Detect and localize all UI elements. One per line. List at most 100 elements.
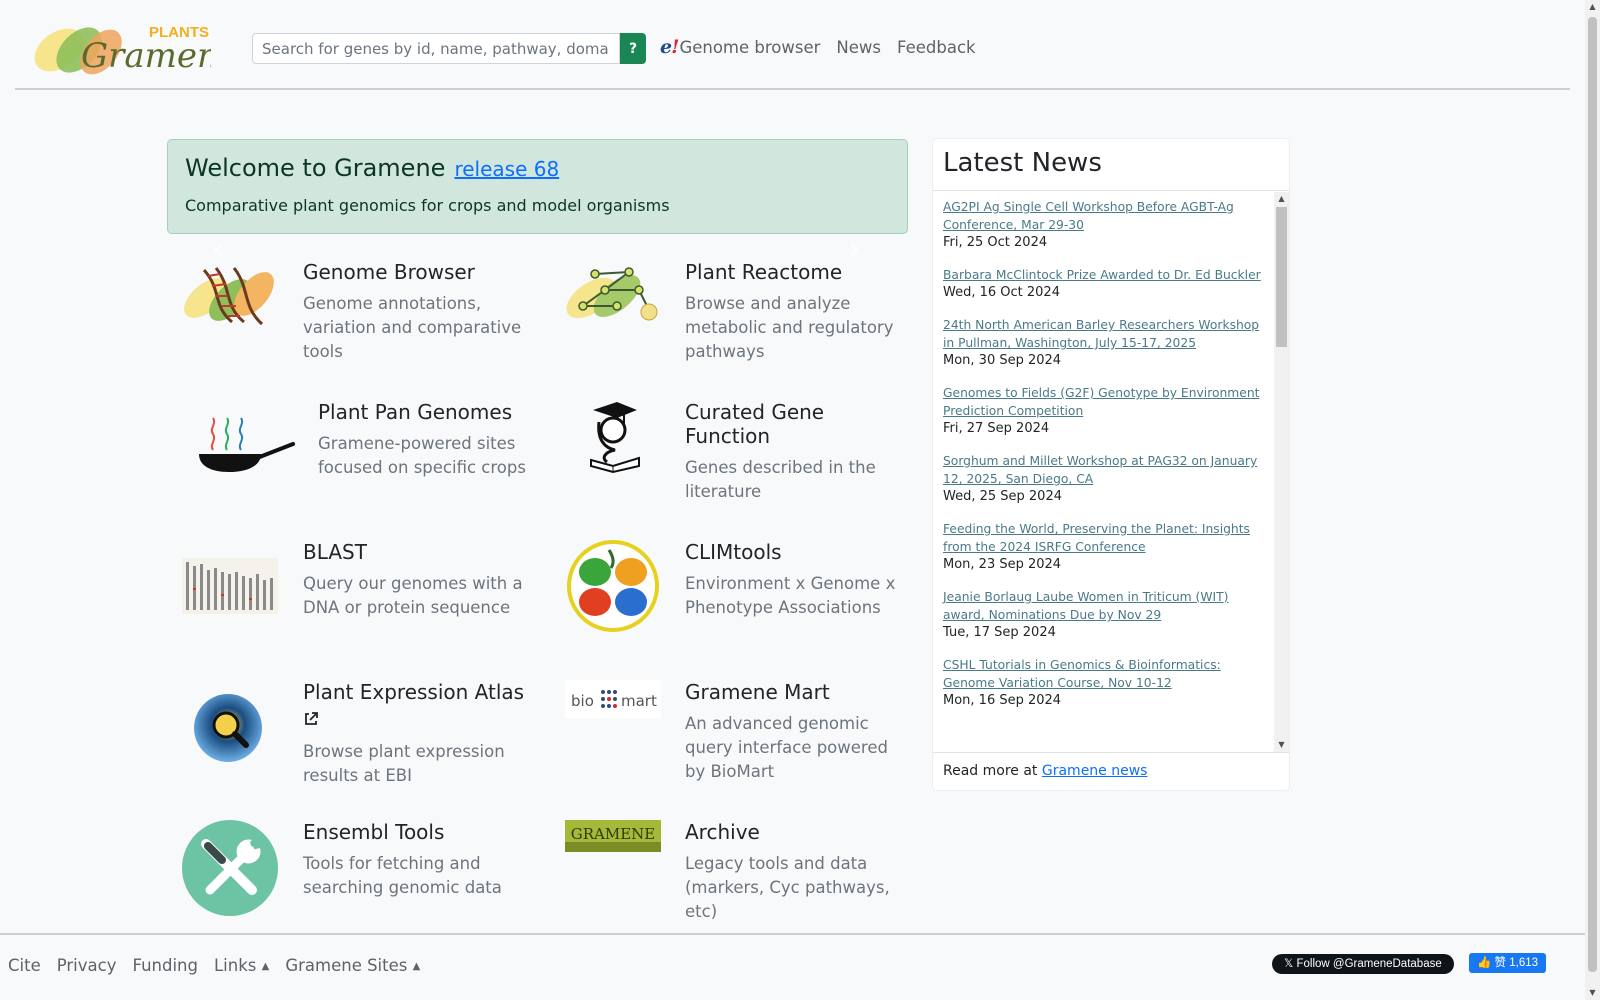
tool-description: Genes described in the literature — [685, 458, 876, 501]
tool-blast[interactable]: BLAST Query our genomes with a DNA or pr… — [182, 540, 542, 650]
news-item: Barbara McClintock Prize Awarded to Dr. … — [943, 266, 1266, 302]
footer-gramene-sites-dropdown[interactable]: Gramene Sites ▲ — [285, 956, 420, 975]
footer-funding[interactable]: Funding — [132, 956, 198, 975]
biomart-icon: bio mart — [565, 680, 661, 722]
news-date: Fri, 25 Oct 2024 — [943, 235, 1048, 250]
page-scrollbar-thumb[interactable] — [1588, 17, 1597, 972]
facebook-like-label: 赞 — [1494, 957, 1507, 969]
nav-genome-browser[interactable]: e! Genome browser — [660, 36, 820, 58]
dna-leaves-icon — [182, 260, 280, 336]
news-item: Feeding the World, Preserving the Planet… — [943, 520, 1266, 574]
tool-title-text: Plant Expression Atlas — [303, 680, 525, 704]
nav-news[interactable]: News — [836, 38, 881, 57]
tool-description: Query our genomes with a DNA or protein … — [303, 574, 523, 617]
welcome-title: Welcome to Gramene release 68 — [185, 154, 890, 182]
tool-description: Tools for fetching and searching genomic… — [303, 854, 502, 897]
tool-title: CLIMtools — [685, 540, 782, 564]
dropdown-label: Gramene Sites — [285, 956, 408, 975]
pathway-network-icon — [565, 260, 663, 336]
facebook-like-count: 1,613 — [1509, 957, 1539, 969]
climate-clover-icon — [565, 540, 661, 636]
scroll-up-icon[interactable]: ▲ — [1585, 0, 1600, 14]
welcome-subtitle: Comparative plant genomics for crops and… — [185, 196, 670, 215]
news-link[interactable]: Jeanie Borlaug Laube Women in Triticum (… — [943, 588, 1266, 624]
svg-text:mart: mart — [621, 692, 657, 710]
news-scrollbar-thumb[interactable] — [1276, 207, 1287, 347]
gramene-logo[interactable]: PLANTS Gramene — [31, 12, 211, 82]
tool-description: Gramene-powered sites focused on specifi… — [318, 434, 526, 477]
footer-privacy[interactable]: Privacy — [57, 956, 117, 975]
news-item: Sorghum and Millet Workshop at PAG32 on … — [943, 452, 1266, 506]
news-date: Mon, 16 Sep 2024 — [943, 693, 1062, 708]
footer-cite[interactable]: Cite — [8, 956, 41, 975]
welcome-title-text: Welcome to Gramene — [185, 154, 446, 182]
external-link-icon[interactable] — [303, 708, 319, 732]
graduate-reading-icon — [585, 400, 645, 478]
news-link[interactable]: Sorghum and Millet Workshop at PAG32 on … — [943, 452, 1266, 488]
tool-genome-browser[interactable]: Genome Browser Genome annotations, varia… — [182, 260, 542, 370]
page-scrollbar[interactable]: ▲ ▼ — [1585, 0, 1600, 1000]
tool-archive[interactable]: GRAMENE Archive Legacy tools and data (m… — [565, 820, 910, 930]
dropdown-label: Links — [213, 956, 257, 975]
twitter-follow-button[interactable]: 𝕏 Follow @GrameneDatabase — [1272, 954, 1454, 974]
svg-text:Gramene: Gramene — [81, 36, 211, 76]
tool-description: Environment x Genome x Phenotype Associa… — [685, 574, 896, 617]
tool-ensembl-tools[interactable]: Ensembl Tools Tools for fetching and sea… — [182, 820, 542, 925]
tool-description: Browse plant expression results at EBI — [303, 742, 505, 785]
tool-gramene-mart[interactable]: bio mart Gramene Mart An advanced genomi… — [565, 680, 910, 790]
news-item: Genomes to Fields (G2F) Genotype by Envi… — [943, 384, 1266, 438]
ensembl-icon: e! — [660, 36, 679, 58]
tool-title: Archive — [685, 820, 760, 844]
search-input[interactable] — [252, 33, 620, 64]
tool-plant-reactome[interactable]: Plant Reactome Browse and analyze metabo… — [565, 260, 910, 370]
scroll-up-icon[interactable]: ▲ — [1274, 192, 1289, 206]
tool-climtools[interactable]: CLIMtools Environment x Genome x Phenoty… — [565, 540, 910, 650]
tool-plant-pan-genomes[interactable]: Plant Pan Genomes Gramene-powered sites … — [182, 400, 542, 510]
footer-links-dropdown[interactable]: Links ▲ — [214, 956, 269, 975]
tool-curated-gene-function[interactable]: Curated Gene Function Genes described in… — [565, 400, 910, 510]
tool-plant-expression-atlas[interactable]: Plant Expression Atlas Browse plant expr… — [182, 680, 542, 800]
news-link[interactable]: Feeding the World, Preserving the Planet… — [943, 520, 1266, 556]
site-footer: Cite Privacy Funding Links ▲ Gramene Sit… — [0, 933, 1585, 1000]
svg-text:GRAMENE: GRAMENE — [571, 825, 656, 843]
tool-title: Curated Gene Function — [685, 400, 825, 448]
news-list[interactable]: AG2PI Ag Single Cell Workshop Before AGB… — [933, 192, 1276, 752]
caret-up-icon: ▲ — [412, 961, 421, 972]
news-item: Jeanie Borlaug Laube Women in Triticum (… — [943, 588, 1266, 642]
caret-up-icon: ▲ — [261, 961, 270, 972]
facebook-like-button[interactable]: 👍 赞 1,613 — [1469, 953, 1547, 973]
scroll-down-icon[interactable]: ▼ — [1274, 738, 1289, 752]
search-help-button[interactable]: ? — [620, 33, 646, 64]
gramene-archive-icon: GRAMENE — [565, 820, 661, 856]
news-date: Tue, 17 Sep 2024 — [943, 625, 1056, 640]
release-link[interactable]: release 68 — [454, 157, 559, 181]
news-link[interactable]: AG2PI Ag Single Cell Workshop Before AGB… — [943, 198, 1266, 234]
welcome-banner: Welcome to Gramene release 68 Comparativ… — [167, 139, 908, 234]
tool-title: Plant Reactome — [685, 260, 843, 284]
x-logo-icon: 𝕏 — [1284, 958, 1294, 970]
scroll-down-icon[interactable]: ▼ — [1585, 986, 1600, 1000]
news-link[interactable]: 24th North American Barley Researchers W… — [943, 316, 1266, 352]
svg-text:bio: bio — [571, 692, 594, 710]
twitter-label: Follow @GrameneDatabase — [1296, 958, 1442, 970]
latest-news-panel: Latest News AG2PI Ag Single Cell Worksho… — [932, 138, 1290, 791]
news-date: Wed, 16 Oct 2024 — [943, 285, 1060, 300]
news-item: CSHL Tutorials in Genomics & Bioinformat… — [943, 656, 1266, 710]
thumbs-up-icon: 👍 — [1477, 957, 1492, 969]
main-nav: e! Genome browser News Feedback — [660, 36, 992, 58]
wrench-screwdriver-icon — [182, 820, 278, 920]
news-link[interactable]: Barbara McClintock Prize Awarded to Dr. … — [943, 266, 1266, 284]
news-link[interactable]: Genomes to Fields (G2F) Genotype by Envi… — [943, 384, 1266, 420]
tool-description: Browse and analyze metabolic and regulat… — [685, 294, 894, 361]
news-scrollbar[interactable]: ▲ ▼ — [1274, 192, 1289, 752]
news-date: Mon, 30 Sep 2024 — [943, 353, 1062, 368]
tool-title: Ensembl Tools — [303, 820, 445, 844]
chromosome-bars-icon — [182, 558, 278, 618]
tool-title: Plant Expression Atlas — [303, 680, 543, 732]
tool-description: Legacy tools and data (markers, Cyc path… — [685, 854, 890, 921]
site-header: PLANTS Gramene ? e! Genome browser News … — [15, 0, 1570, 90]
read-more-text: Read more at — [943, 763, 1038, 779]
nav-feedback[interactable]: Feedback — [897, 38, 976, 57]
news-link[interactable]: CSHL Tutorials in Genomics & Bioinformat… — [943, 656, 1266, 692]
gramene-news-link[interactable]: Gramene news — [1042, 763, 1148, 779]
